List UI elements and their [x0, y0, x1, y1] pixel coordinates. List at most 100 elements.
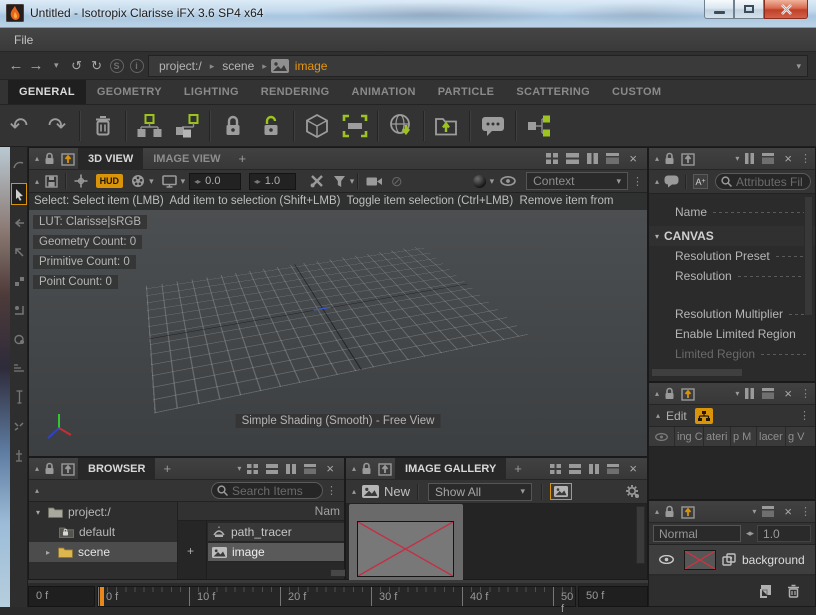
- filter-icon[interactable]: [333, 175, 346, 188]
- opacity-field[interactable]: 1.0: [757, 525, 811, 542]
- view-value-field-1[interactable]: ◂▸ 0.0: [189, 173, 241, 190]
- tab-animation[interactable]: ANIMATION: [341, 80, 427, 104]
- layout-stacked-icon[interactable]: [607, 464, 619, 474]
- corner-arrow-tool-icon[interactable]: [11, 241, 27, 263]
- panel-export-icon[interactable]: [61, 462, 75, 476]
- close-panel-icon[interactable]: ×: [326, 461, 334, 476]
- tab-custom[interactable]: CUSTOM: [601, 80, 672, 104]
- shading-dropdown-icon[interactable]: ▾: [490, 176, 495, 187]
- minimize-button[interactable]: [704, 0, 734, 19]
- layout-columns-icon[interactable]: [286, 464, 296, 474]
- scene-scope-icon[interactable]: S: [110, 59, 124, 73]
- column-header[interactable]: g V: [785, 427, 815, 446]
- tab-lighting[interactable]: LIGHTING: [173, 80, 250, 104]
- breadcrumb-current-image[interactable]: image: [295, 59, 328, 73]
- column-header[interactable]: p M: [730, 427, 756, 446]
- import-external-button[interactable]: [382, 109, 420, 143]
- context-dropdown[interactable]: Context ▾: [526, 172, 628, 190]
- translate-tool-icon[interactable]: [11, 299, 27, 321]
- panel-menu-dropdown-icon[interactable]: ▾: [735, 154, 739, 163]
- vertical-scrollbar[interactable]: [804, 196, 813, 316]
- display-mode-icon[interactable]: [162, 175, 177, 188]
- image-thumbnail-card[interactable]: [349, 504, 463, 580]
- menu-file[interactable]: File: [14, 33, 33, 47]
- filter-collapse-icon[interactable]: ▴: [655, 177, 659, 186]
- breadcrumb-arrow-icon[interactable]: ▸: [262, 61, 267, 72]
- panel-lock-icon[interactable]: [44, 152, 55, 165]
- duplicate-layer-icon[interactable]: [759, 584, 773, 598]
- panel-menu-icon[interactable]: ⋮: [800, 387, 811, 400]
- panel-lock-icon[interactable]: [664, 505, 675, 518]
- tab-image-view[interactable]: IMAGE VIEW: [143, 149, 230, 169]
- export-context-button[interactable]: [428, 109, 466, 143]
- layout-rows-icon[interactable]: [569, 464, 581, 474]
- browser-collapse-icon[interactable]: ▴: [35, 486, 39, 495]
- attribute-row-resolution-multiplier[interactable]: Resolution Multiplier: [649, 304, 815, 324]
- shading-ball-icon[interactable]: [473, 175, 486, 188]
- tools-icon[interactable]: [310, 174, 325, 188]
- edit-collapse-icon[interactable]: ▴: [656, 411, 660, 420]
- timeline-end-frame[interactable]: 50 f: [578, 586, 648, 607]
- gallery-settings-gear-icon[interactable]: [625, 484, 640, 499]
- rotate-tool-icon[interactable]: [11, 328, 27, 350]
- browser-search-box[interactable]: [211, 482, 323, 499]
- panel-collapse-icon[interactable]: ▴: [352, 464, 356, 473]
- transform-tool-icon[interactable]: [11, 270, 27, 292]
- list-item-image[interactable]: image: [208, 543, 344, 562]
- layer-texture-swatch[interactable]: [684, 550, 716, 570]
- layout-columns-icon[interactable]: [587, 153, 598, 164]
- camera-icon[interactable]: [366, 176, 383, 187]
- attribute-group-canvas[interactable]: ▾ CANVAS: [649, 226, 815, 246]
- panel-menu-icon[interactable]: ⋮: [800, 505, 811, 518]
- nav-history-dropdown[interactable]: ▾: [54, 60, 59, 71]
- show-images-toggle-button[interactable]: [550, 483, 572, 500]
- vertical-scrollbar[interactable]: [636, 506, 645, 564]
- create-reference-button[interactable]: [168, 109, 206, 143]
- tab-geometry[interactable]: GEOMETRY: [86, 80, 173, 104]
- layout-stacked-icon[interactable]: [304, 464, 316, 474]
- edit-menu-icon[interactable]: ⋮: [799, 409, 810, 422]
- move-left-tool-icon[interactable]: [11, 212, 27, 234]
- unlock-button[interactable]: [252, 109, 290, 143]
- layout-stacked-icon[interactable]: [762, 506, 774, 517]
- pivot-tool-icon[interactable]: [11, 444, 27, 466]
- render-mode-dropdown-icon[interactable]: ▾: [149, 176, 154, 187]
- browser-search-input[interactable]: [232, 484, 317, 498]
- tab-scattering[interactable]: SCATTERING: [505, 80, 601, 104]
- spinner-handle-icon[interactable]: ◂▸: [254, 177, 260, 186]
- focus-selection-icon[interactable]: [74, 174, 88, 188]
- close-button[interactable]: [764, 0, 808, 19]
- geometry-box-button[interactable]: [298, 109, 336, 143]
- display-mode-dropdown-icon[interactable]: ▾: [181, 176, 186, 187]
- layout-rows-icon[interactable]: [566, 153, 579, 164]
- redo-button[interactable]: ↷: [38, 109, 76, 143]
- panel-collapse-icon[interactable]: ▴: [655, 154, 659, 163]
- save-view-icon[interactable]: [45, 175, 58, 188]
- tab-particle[interactable]: PARTICLE: [427, 80, 506, 104]
- panel-collapse-icon[interactable]: ▴: [35, 464, 39, 473]
- info-icon[interactable]: i: [130, 59, 144, 73]
- panel-menu-icon[interactable]: ⋮: [800, 152, 811, 165]
- timeline-start-frame[interactable]: 0 f: [28, 586, 95, 607]
- undo-button[interactable]: ↶: [0, 109, 38, 143]
- comment-button[interactable]: [474, 109, 512, 143]
- expand-item-plus[interactable]: +: [187, 544, 194, 558]
- timeline-playhead[interactable]: [100, 587, 104, 606]
- shading-layer-hierarchy-button[interactable]: [695, 408, 713, 424]
- panel-menu-dropdown-icon[interactable]: ▾: [735, 389, 739, 398]
- scale-tool-icon[interactable]: [11, 357, 27, 379]
- breadcrumb-arrow-icon[interactable]: ▸: [210, 61, 215, 72]
- spinner-handle-icon[interactable]: ◂▸: [194, 177, 200, 186]
- tab-general[interactable]: GENERAL: [8, 80, 86, 104]
- tree-item-scene[interactable]: ▸ scene: [29, 542, 177, 562]
- layout-columns-icon[interactable]: [589, 464, 599, 474]
- hud-toggle-button[interactable]: HUD: [96, 174, 124, 188]
- breadcrumb-scene[interactable]: scene: [222, 59, 254, 73]
- column-header[interactable]: ateri: [703, 427, 730, 446]
- select-tool-icon[interactable]: [11, 183, 27, 205]
- render-mode-icon[interactable]: [131, 174, 145, 188]
- layout-stacked-icon[interactable]: [606, 153, 619, 164]
- tab-rendering[interactable]: RENDERING: [250, 80, 341, 104]
- maximize-button[interactable]: [734, 0, 764, 19]
- nav-forward-button[interactable]: →: [26, 57, 46, 74]
